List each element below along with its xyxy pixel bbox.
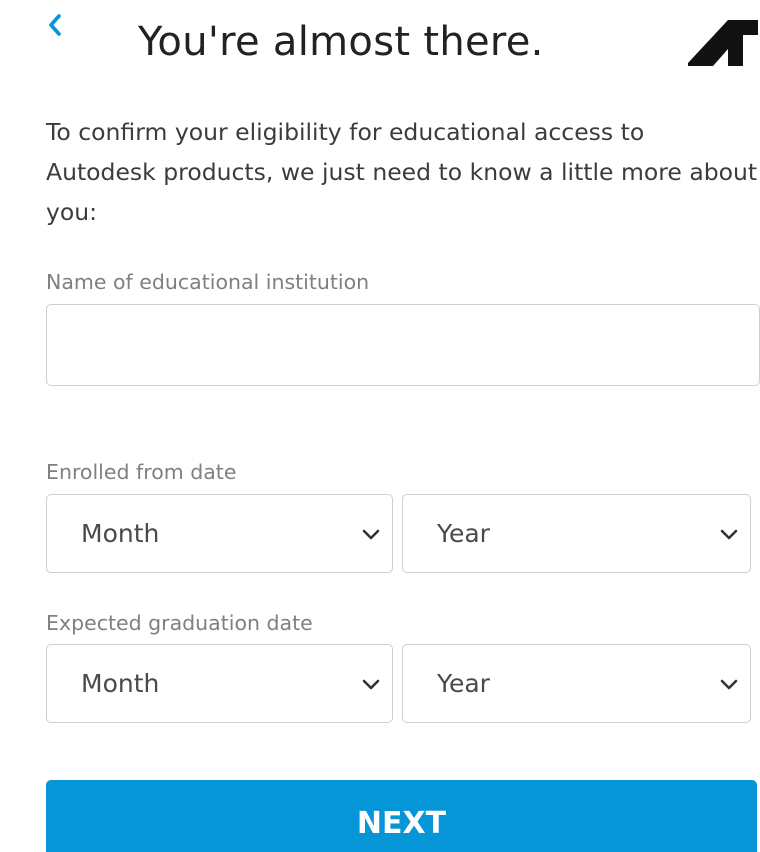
institution-label: Name of educational institution <box>46 270 370 294</box>
back-button[interactable] <box>40 8 70 42</box>
enrolled-label: Enrolled from date <box>46 460 237 484</box>
graduation-year-select[interactable]: Year <box>402 644 751 723</box>
page-title: You're almost there. <box>138 19 544 65</box>
institution-input[interactable] <box>46 304 760 386</box>
chevron-down-icon <box>362 529 380 540</box>
autodesk-logo-icon <box>688 20 758 66</box>
enrolled-month-select[interactable]: Month <box>46 494 393 573</box>
graduation-label: Expected graduation date <box>46 611 313 635</box>
chevron-down-icon <box>720 679 738 690</box>
graduation-month-value: Month <box>81 669 160 698</box>
intro-text: To confirm your eligibility for educatio… <box>46 118 758 226</box>
chevron-down-icon <box>362 679 380 690</box>
chevron-left-icon <box>49 14 61 36</box>
next-button[interactable]: NEXT <box>46 780 757 852</box>
graduation-year-value: Year <box>437 669 490 698</box>
chevron-down-icon <box>720 529 738 540</box>
education-eligibility-page: You're almost there. To confirm your eli… <box>0 0 760 852</box>
graduation-month-select[interactable]: Month <box>46 644 393 723</box>
enrolled-month-value: Month <box>81 519 160 548</box>
enrolled-year-value: Year <box>437 519 490 548</box>
enrolled-year-select[interactable]: Year <box>402 494 751 573</box>
